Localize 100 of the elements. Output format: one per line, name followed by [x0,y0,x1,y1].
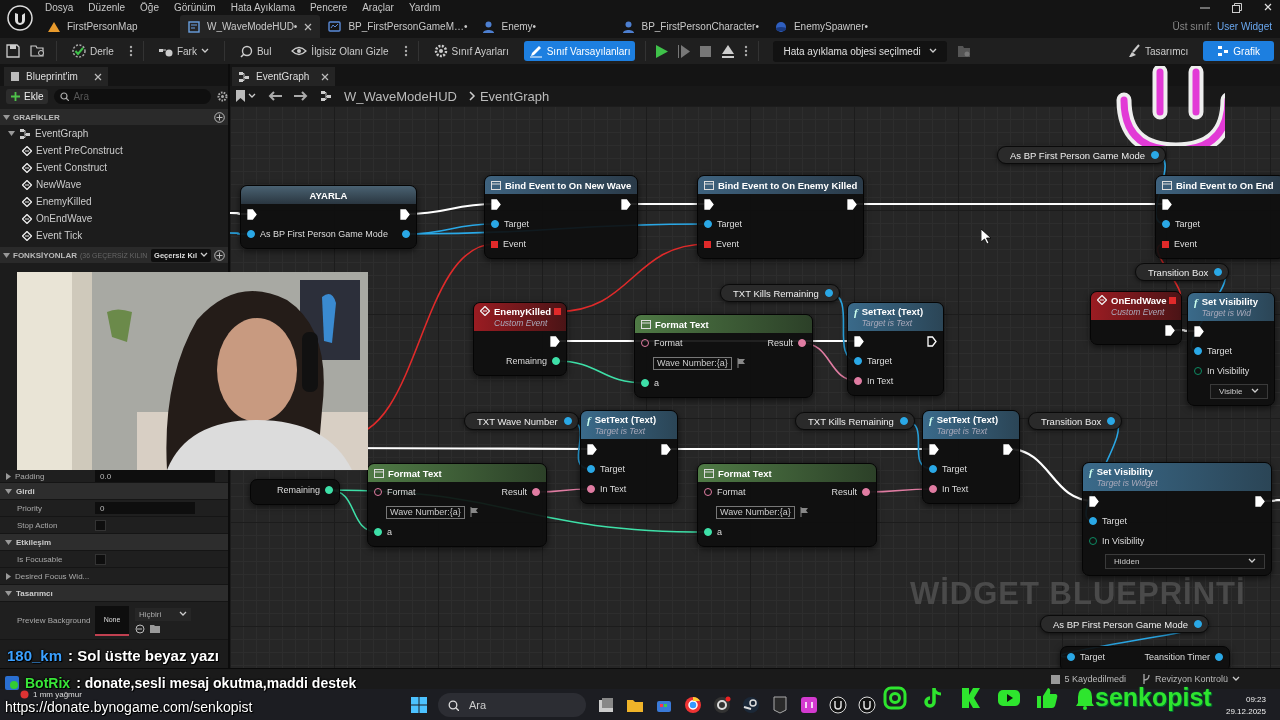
text-field[interactable]: Wave Number:{a} [386,505,465,519]
document-tab[interactable]: BP_FirstPersonGameM…• [320,15,476,38]
search-box[interactable]: Ara [54,88,212,104]
toolbar-button[interactable]: Sınıf Varsayılanları [523,41,636,61]
blueprint-node[interactable]: EnemyKilled Custom Event Remainng [473,302,567,376]
search-field[interactable]: Ara [467,698,557,712]
menu-item[interactable]: Dosya [45,2,74,13]
panel-tab[interactable]: Blueprint'im [4,67,108,86]
revision-control-button[interactable]: Revizyon Kontrolü [1141,674,1240,684]
menu-item[interactable]: Araçlar [362,2,394,13]
blueprint-node[interactable]: Format Text Format Result Wave Number:{a} a [367,463,547,547]
pin-label: Target [1175,219,1200,229]
variable-node[interactable]: Transition Box [1135,263,1230,281]
blueprint-node[interactable]: Remaining [250,479,340,505]
tree-item[interactable]: EnemyKilled [0,193,228,210]
graph-tab[interactable]: EventGraph [232,67,335,86]
search-field[interactable]: Ara [73,90,206,102]
channel-name: senkopist [1095,683,1212,712]
blueprint-node[interactable]: f SetText (Text) Target is Text Target In Text [580,410,678,504]
property-label: Priority [16,503,43,513]
pin-label: Event [716,239,739,249]
pin-label: Result [501,487,527,497]
section-title: FONKSİYONLAR [13,250,77,260]
value-field[interactable]: 0 [95,502,195,514]
add-button[interactable]: Ekle [6,88,49,104]
tree-item[interactable]: Event Tick [0,227,228,244]
node-subtitle: Target is Text [861,318,914,328]
mode-button[interactable]: Grafik [1203,41,1274,61]
tree-item[interactable]: Event Construct [0,159,228,176]
property-label: Stop Action [16,520,59,530]
blueprint-node[interactable]: Bind Event to On New Wave Target Event [484,175,639,259]
node-title: EnemyKilled [494,306,552,317]
variable-node[interactable]: TXT Wave Number [464,412,579,430]
tree-item[interactable]: Event PreConstruct [0,142,228,159]
variable-node[interactable]: TXT Kills Remaining [795,412,915,430]
document-tab[interactable]: BP_FirstPersonCharacter• [615,15,767,38]
breadcrumb-item[interactable]: EventGraph [479,88,550,104]
node-title: TXT Kills Remaining [733,287,819,299]
text-field[interactable]: Wave Number:{a} [716,505,795,519]
tree-item[interactable]: NewWave [0,176,228,193]
blueprint-node[interactable]: Target Teansition Timer [1060,646,1230,668]
document-tab[interactable]: FirstPersonMap [40,15,180,38]
menu-item[interactable]: Düzenle [88,2,126,13]
property-label: Desired Focus Wid... [15,571,90,581]
toolbar-button[interactable]: Fark [153,41,214,61]
visibility-dropdown[interactable]: Hidden [1105,553,1265,569]
variable-node[interactable]: As BP First Person Game Mode [997,146,1166,164]
node-subtitle: Custom Event [1111,307,1166,317]
node-title: TXT Kills Remaining [808,415,894,427]
unsaved-button[interactable]: 5 Kaydedilmedi [1051,674,1126,684]
blueprint-node[interactable]: f Set Visibility Target is Widget Target In Visibility Hidden [1082,462,1272,576]
menu-item[interactable]: Pencere [309,2,348,13]
tree-item[interactable]: EventGraph [0,125,228,142]
document-tab[interactable]: W_WaveModeHUD• [180,15,321,38]
menu-item[interactable]: Hata Ayıklama [230,2,295,13]
variable-node[interactable]: As BP First Person Game Mode [1040,615,1209,633]
pin-label: a [387,527,392,537]
node-subtitle: Target is Wid [1201,308,1252,318]
toolbar-button[interactable]: İlgisiz Olanı Gizle [286,41,394,61]
blueprint-node[interactable]: f Set Visibility Target is Wid Target In Visibility Visible [1187,292,1275,406]
toolbar-button[interactable]: Derle [67,41,119,61]
value-field[interactable]: 0.0 [95,470,215,482]
menu-item[interactable]: Yardım [408,2,441,13]
variable-node[interactable]: Transition Box [1028,412,1123,430]
search-box[interactable]: Ara [438,693,586,717]
text-field[interactable]: Wave Number:{a} [653,356,732,370]
blueprint-node[interactable]: f SetText (Text) Target is Text Target In Text [922,410,1020,504]
background-dropdown[interactable]: Hiçbiri [135,607,191,621]
clock-time: 09:23 [1244,694,1266,706]
blueprint-node[interactable]: OnEndWave Custom Event [1090,291,1182,345]
pin-label: Target [1207,346,1232,356]
breadcrumb-item[interactable]: W_WaveModeHUD [344,88,457,104]
pin-label: Result [767,338,793,348]
blueprint-node[interactable]: Bind Event to On End Target Event [1155,175,1280,259]
toolbar-button[interactable]: Bul [234,41,277,61]
menu-item[interactable]: Görünüm [173,2,216,13]
node-title: Bind Event to On New Wave [505,179,632,191]
visibility-dropdown[interactable]: Visible [1210,383,1268,399]
blueprint-node[interactable]: AYARLA As BP First Person Game Mode [240,185,417,249]
function-glyph: f [854,306,858,318]
pin-label: Format [717,487,746,497]
document-tab[interactable]: EnemySpawner• [766,15,907,38]
debug-object-dropdown[interactable]: Hata ayıklama objesi seçilmedi [773,40,947,62]
document-tab[interactable]: Enemy• [475,15,616,38]
blueprint-node[interactable]: Format Text Format Result Wave Number:{a} a [697,463,877,547]
chat-message: : donate,sesli mesaj okutma,maddi destek [76,675,357,691]
parent-class-link[interactable]: User Widget [1217,21,1272,32]
node-title: SetText (Text) [861,306,924,317]
node-subtitle: Target is Text [594,426,647,436]
property-label: Is Focusable [16,554,64,564]
toolbar-button[interactable]: Sınıf Ayarları [428,41,514,61]
mode-button[interactable]: Tasarımcı [1122,41,1194,61]
menu-item[interactable]: Öğe [140,2,159,13]
tree-item[interactable]: OnEndWave [0,210,228,227]
section-title: GRAFİKLER [13,112,61,122]
blueprint-node[interactable]: f SetText (Text) Target is Text Target In Text [847,302,944,396]
blueprint-node[interactable]: Bind Event to On Enemy Killed Target Event [697,175,865,259]
blueprint-node[interactable]: Format Text Format Result Wave Number:{a} a [634,314,813,398]
variable-node[interactable]: TXT Kills Remaining [720,284,840,302]
node-subtitle: Custom Event [494,318,549,328]
